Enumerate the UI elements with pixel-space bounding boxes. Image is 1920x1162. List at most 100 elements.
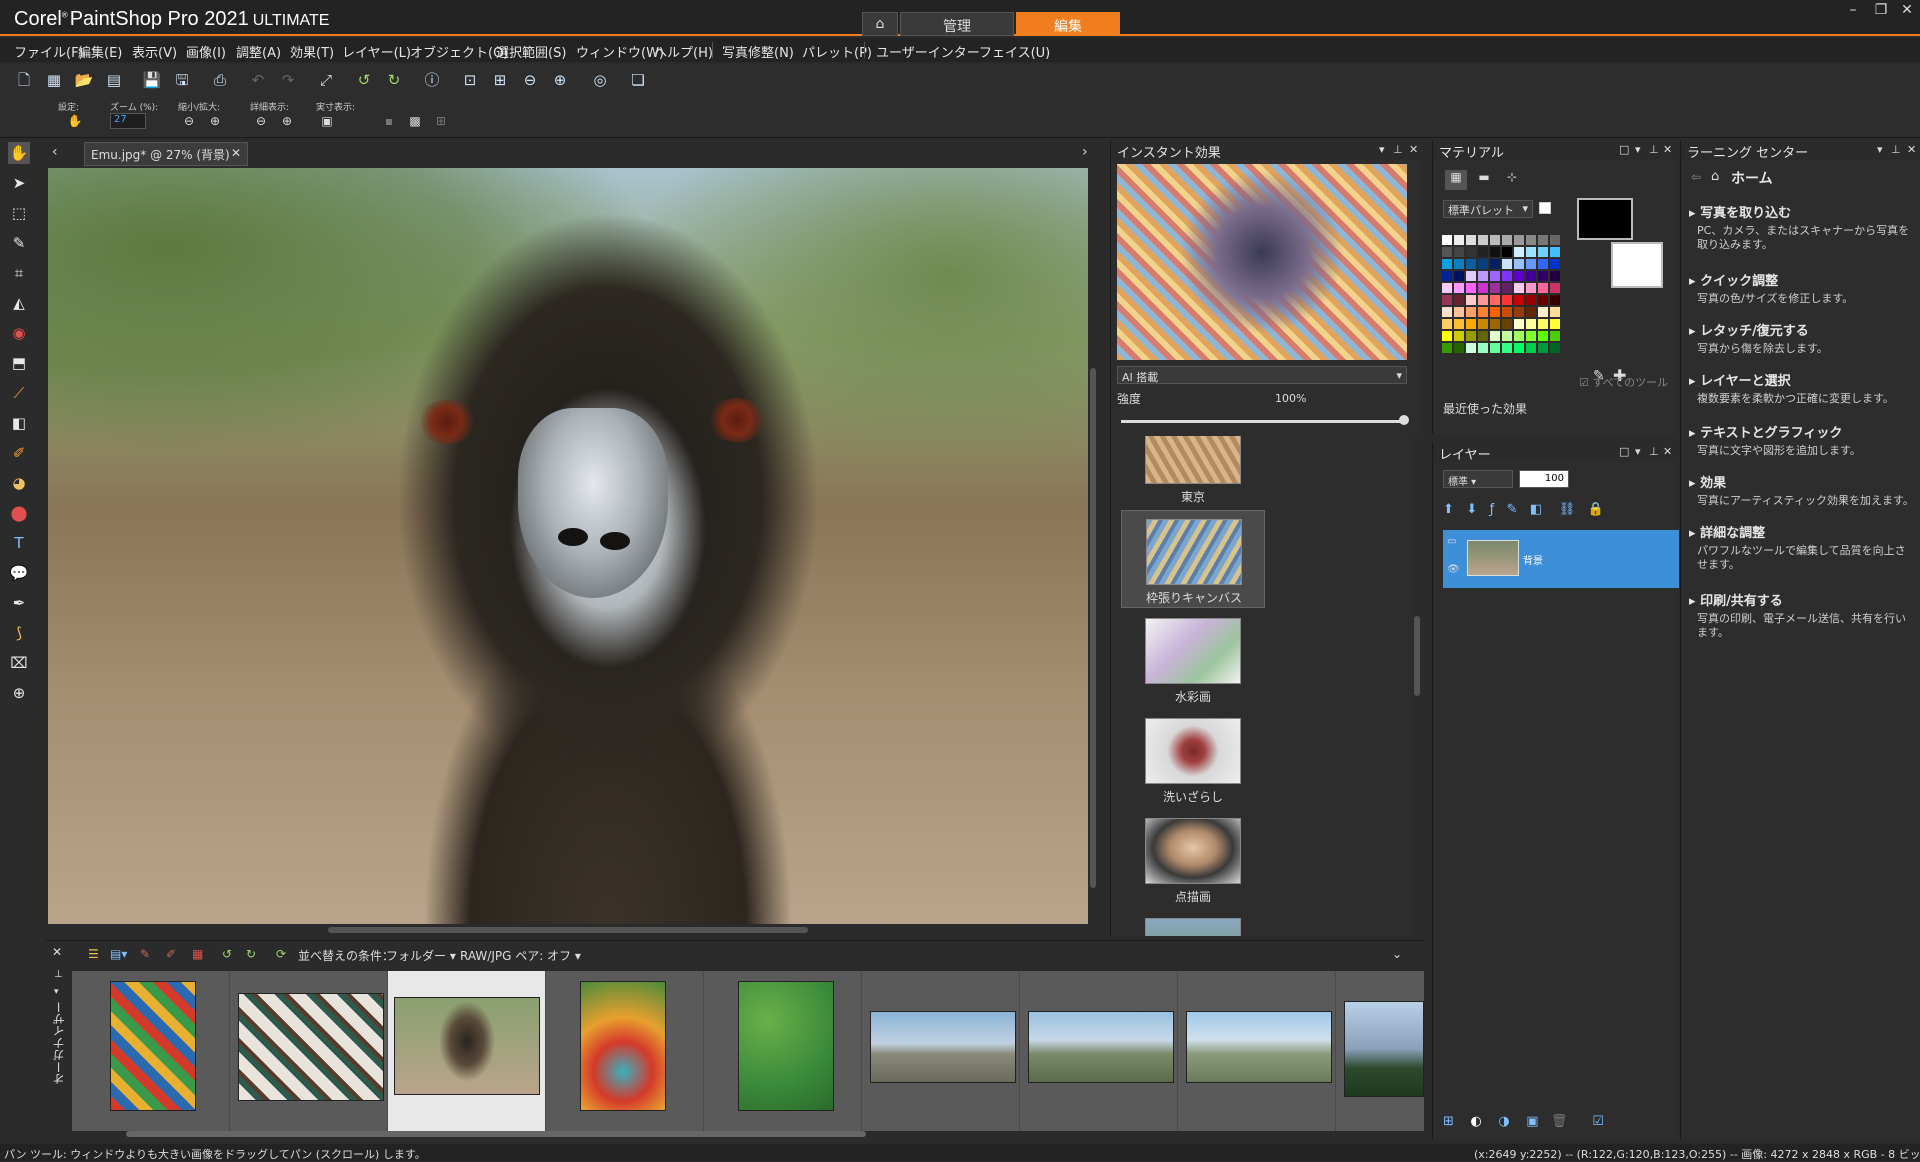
- color-swatch[interactable]: [1441, 258, 1453, 270]
- color-swatch[interactable]: [1549, 282, 1561, 294]
- zoom-out-button[interactable]: ⊖: [180, 114, 198, 130]
- color-swatch[interactable]: [1489, 282, 1501, 294]
- color-swatch[interactable]: [1537, 306, 1549, 318]
- color-swatch[interactable]: [1537, 330, 1549, 342]
- color-swatch[interactable]: [1525, 318, 1537, 330]
- retouch-icon[interactable]: ✐: [166, 947, 176, 961]
- back-arrow-icon[interactable]: ⇦: [1691, 170, 1701, 184]
- close-organizer-icon[interactable]: ✕: [52, 945, 62, 959]
- effect-item[interactable]: 東京: [1121, 436, 1265, 508]
- crop-tool-icon[interactable]: ⌗: [8, 262, 30, 284]
- color-swatch[interactable]: [1537, 342, 1549, 354]
- redo-icon[interactable]: ↷: [278, 70, 298, 90]
- pen-tool-icon[interactable]: ✒: [8, 592, 30, 614]
- merge-icon[interactable]: ▣: [1526, 1114, 1538, 1129]
- thumbnail-item[interactable]: [862, 971, 1020, 1131]
- frame-tab-icon[interactable]: ⊹: [1501, 170, 1523, 190]
- new-layer-icon[interactable]: ⊞: [1443, 1114, 1454, 1129]
- lock-icon[interactable]: 🔒: [1588, 502, 1604, 517]
- color-swatch[interactable]: [1441, 330, 1453, 342]
- organizer-scrollbar[interactable]: [86, 1131, 1406, 1137]
- zoom-in-button[interactable]: ⊕: [206, 114, 224, 130]
- revert-right-icon[interactable]: ↻: [384, 70, 404, 90]
- print-icon[interactable]: ⎙: [210, 70, 230, 90]
- zoom-out-icon[interactable]: ⊖: [520, 70, 540, 90]
- color-swatch[interactable]: [1549, 246, 1561, 258]
- color-swatch[interactable]: [1465, 318, 1477, 330]
- color-swatch[interactable]: [1549, 234, 1561, 246]
- thumbnail-item[interactable]: [1336, 971, 1424, 1131]
- color-swatch[interactable]: [1477, 246, 1489, 258]
- rotate-left-icon[interactable]: ↺: [222, 947, 232, 961]
- menu-adjust[interactable]: 調整(A): [236, 42, 281, 61]
- color-swatch[interactable]: [1441, 294, 1453, 306]
- color-swatch[interactable]: [1465, 234, 1477, 246]
- color-swatch[interactable]: [1537, 258, 1549, 270]
- color-swatch[interactable]: [1513, 258, 1525, 270]
- selection-tool-icon[interactable]: ⬚: [8, 202, 30, 224]
- refresh-icon[interactable]: ⟳: [276, 947, 286, 961]
- color-swatch[interactable]: [1501, 282, 1513, 294]
- color-swatch[interactable]: [1453, 234, 1465, 246]
- canvas-horizontal-scrollbar[interactable]: [48, 924, 1098, 936]
- collapse-organizer-icon[interactable]: ⌄: [1392, 947, 1402, 961]
- color-swatch[interactable]: [1465, 330, 1477, 342]
- panel-menu-icon[interactable]: ▾: [1635, 143, 1641, 156]
- dropper-tool-icon[interactable]: ✎: [8, 232, 30, 254]
- menu-user-interface[interactable]: ユーザーインターフェイス(U): [876, 42, 1050, 61]
- menu-selections[interactable]: 選択範囲(S): [496, 42, 566, 61]
- color-swatch[interactable]: [1513, 306, 1525, 318]
- learning-item-layers[interactable]: ▸ レイヤーと選択 複数要素を柔軟かつ正確に変更します。: [1689, 370, 1915, 406]
- swatches-tab-icon[interactable]: ▦: [1445, 170, 1467, 190]
- color-swatch[interactable]: [1513, 246, 1525, 258]
- color-swatch[interactable]: [1525, 282, 1537, 294]
- fx-icon[interactable]: ƒ: [1490, 502, 1495, 517]
- resize-icon[interactable]: ⤢: [316, 70, 336, 90]
- color-swatch[interactable]: [1441, 342, 1453, 354]
- close-panel-icon[interactable]: ✕: [1907, 143, 1916, 156]
- color-swatch[interactable]: [1525, 234, 1537, 246]
- scan-icon[interactable]: ▤: [104, 70, 124, 90]
- menu-image[interactable]: 画像(I): [186, 42, 226, 61]
- color-swatch[interactable]: [1549, 330, 1561, 342]
- color-swatch[interactable]: [1525, 330, 1537, 342]
- effect-item[interactable]: 点描画: [1121, 810, 1265, 908]
- menu-effects[interactable]: 効果(T): [290, 42, 334, 61]
- color-swatch[interactable]: [1465, 258, 1477, 270]
- option-a-icon[interactable]: ▪: [380, 114, 398, 130]
- color-swatch[interactable]: [1453, 294, 1465, 306]
- color-swatch[interactable]: [1441, 318, 1453, 330]
- menu-edit[interactable]: 編集(E): [78, 42, 122, 61]
- color-swatch[interactable]: [1525, 342, 1537, 354]
- fit-image-icon[interactable]: ⊞: [490, 70, 510, 90]
- background-color-swatch[interactable]: [1611, 242, 1663, 288]
- color-swatch[interactable]: [1453, 258, 1465, 270]
- color-swatch[interactable]: [1513, 318, 1525, 330]
- color-swatch[interactable]: [1501, 318, 1513, 330]
- pan-preset-icon[interactable]: ✋: [66, 114, 84, 130]
- warp-brush-icon[interactable]: ⟆: [8, 622, 30, 644]
- actual-size-button[interactable]: ▣: [318, 114, 336, 130]
- menu-retouch[interactable]: 写真修整(N): [722, 42, 794, 61]
- close-panel-icon[interactable]: ✕: [1663, 445, 1672, 458]
- color-swatch[interactable]: [1537, 270, 1549, 282]
- panel-menu-icon[interactable]: ▾: [54, 987, 59, 997]
- mask-icon[interactable]: ◧: [1530, 502, 1542, 517]
- visibility-eye-icon[interactable]: 👁: [1447, 564, 1460, 575]
- clone-brush-icon[interactable]: ⟋: [8, 382, 30, 404]
- makeover-tool-icon[interactable]: ⬒: [8, 352, 30, 374]
- color-swatch[interactable]: [1477, 282, 1489, 294]
- color-swatch[interactable]: [1525, 246, 1537, 258]
- save-as-icon[interactable]: 🖫: [172, 70, 192, 90]
- pan-tool-icon[interactable]: ✋: [8, 142, 30, 164]
- color-swatch[interactable]: [1513, 330, 1525, 342]
- pin-icon[interactable]: ⊥: [1393, 143, 1403, 156]
- color-swatch[interactable]: [1489, 330, 1501, 342]
- color-swatch[interactable]: [1453, 282, 1465, 294]
- color-swatch[interactable]: [1489, 306, 1501, 318]
- learning-item-retouch[interactable]: ▸ レタッチ/復元する 写真から傷を除去します。: [1689, 320, 1915, 356]
- color-changer-icon[interactable]: ⬤: [8, 502, 30, 524]
- color-swatch[interactable]: [1501, 294, 1513, 306]
- batch-icon[interactable]: ▦: [192, 947, 203, 961]
- learning-item-text[interactable]: ▸ テキストとグラフィック 写真に文字や図形を追加します。: [1689, 422, 1915, 458]
